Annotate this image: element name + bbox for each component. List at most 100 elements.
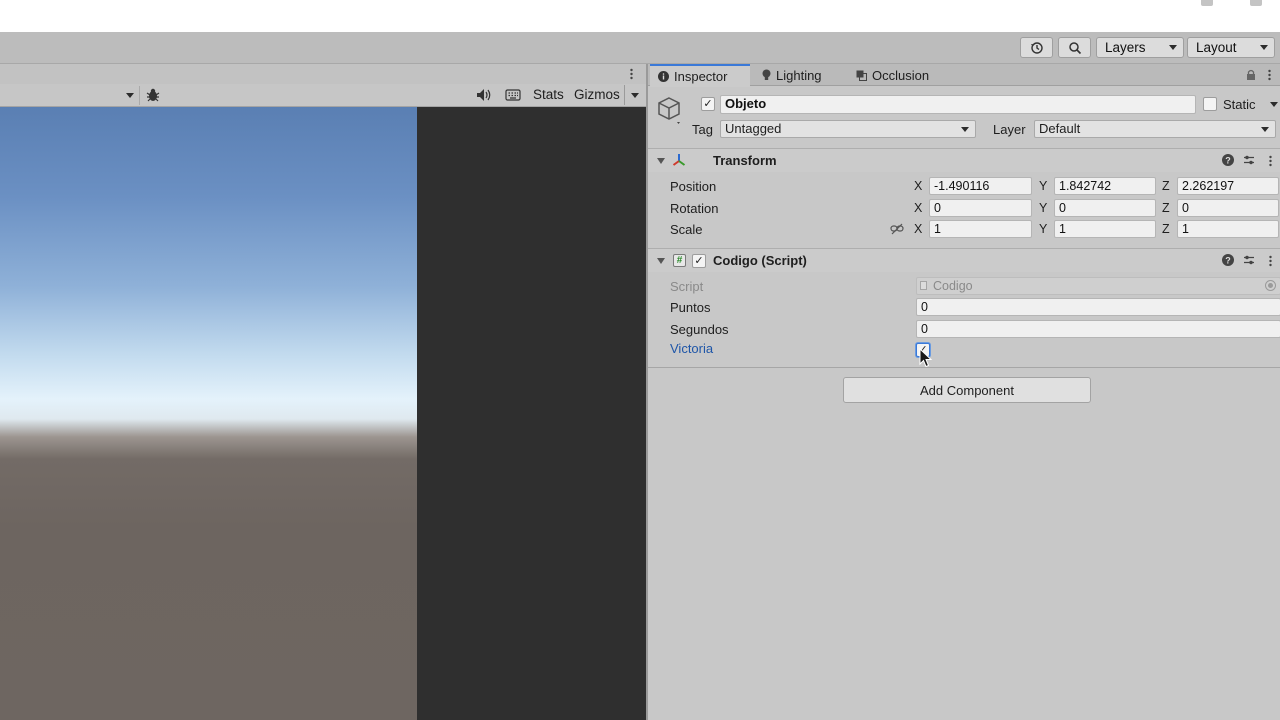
tab-inspector[interactable]: Inspector: [650, 64, 750, 87]
axis-z-label: Z: [1162, 222, 1170, 236]
help-icon[interactable]: ?: [1222, 154, 1234, 166]
divider: [624, 85, 625, 105]
bulb-icon: [762, 69, 771, 80]
game-view-toolbar: Stats Gizmos: [0, 84, 646, 107]
script-reference-field: Codigo: [916, 277, 1280, 295]
chevron-down-icon: [961, 126, 969, 132]
axis-y-label: Y: [1039, 201, 1048, 215]
layout-label: Layout: [1196, 40, 1237, 55]
svg-text:?: ?: [1225, 156, 1231, 166]
gameobject-cube-icon: [657, 96, 683, 124]
presets-icon[interactable]: [1243, 154, 1255, 166]
search-button[interactable]: [1058, 37, 1091, 58]
game-tab-bar: [0, 64, 646, 84]
axis-z-label: Z: [1162, 179, 1170, 193]
kebab-menu-icon[interactable]: [630, 68, 633, 80]
transform-title: Transform: [713, 153, 777, 168]
csharp-script-icon: #: [673, 254, 686, 267]
script-component-title: Codigo (Script): [713, 253, 807, 268]
axis-z-label: Z: [1162, 201, 1170, 215]
history-icon: [1030, 41, 1043, 54]
static-dropdown-icon[interactable]: [1270, 102, 1278, 107]
game-view[interactable]: [0, 107, 646, 720]
info-icon: [658, 71, 669, 82]
undo-history-button[interactable]: [1020, 37, 1053, 58]
scale-label: Scale: [670, 222, 703, 237]
axis-x-label: X: [914, 179, 923, 193]
display-dropdown[interactable]: [0, 86, 140, 105]
script-file-icon: [920, 281, 927, 290]
layer-value: Default: [1039, 121, 1081, 136]
help-icon[interactable]: ?: [1222, 254, 1234, 266]
position-z-field[interactable]: 2.262197: [1177, 177, 1279, 195]
audio-mute-icon[interactable]: [476, 88, 492, 102]
axis-x-label: X: [914, 222, 923, 236]
checkmark-icon: ✓: [703, 97, 713, 110]
game-render-sky: [0, 107, 417, 720]
axis-y-label: Y: [1039, 179, 1048, 193]
chevron-down-icon: [126, 93, 134, 98]
layout-dropdown[interactable]: Layout: [1187, 37, 1275, 58]
component-divider: [648, 367, 1280, 368]
main-toolbar: Layers Layout: [0, 32, 1280, 64]
puntos-label: Puntos: [670, 300, 711, 315]
chevron-down-icon: [1169, 45, 1177, 50]
layer-dropdown[interactable]: Default: [1034, 120, 1276, 138]
keyboard-icon[interactable]: [505, 88, 521, 102]
add-component-button[interactable]: Add Component: [843, 377, 1091, 403]
transform-header[interactable]: Transform ?: [648, 148, 1280, 172]
scale-z-field[interactable]: 1: [1177, 220, 1279, 238]
window-title-strip: [0, 0, 1280, 32]
tab-label: Inspector: [674, 69, 728, 84]
position-y-field[interactable]: 1.842742: [1054, 177, 1156, 195]
tab-lighting[interactable]: Lighting: [754, 64, 830, 86]
gizmos-button[interactable]: Gizmos: [574, 87, 620, 102]
puntos-field[interactable]: 0: [916, 298, 1280, 316]
lock-icon[interactable]: [1246, 69, 1256, 80]
minimize-icon[interactable]: [1201, 0, 1213, 6]
tag-label: Tag: [692, 122, 713, 137]
scale-y-field[interactable]: 1: [1054, 220, 1156, 238]
static-checkbox[interactable]: [1203, 97, 1217, 111]
rotation-x-field[interactable]: 0: [929, 199, 1032, 217]
bug-icon[interactable]: [145, 87, 161, 103]
presets-icon[interactable]: [1243, 254, 1255, 266]
axis-x-label: X: [914, 201, 923, 215]
rotation-z-field[interactable]: 0: [1177, 199, 1279, 217]
tab-occlusion[interactable]: Occlusion: [848, 64, 937, 86]
script-label: Script: [670, 279, 704, 294]
position-x-field[interactable]: -1.490116: [929, 177, 1032, 195]
position-label: Position: [670, 179, 717, 194]
constrain-proportions-icon[interactable]: [890, 223, 904, 235]
victoria-label: Victoria: [670, 341, 714, 356]
active-checkbox[interactable]: ✓: [701, 97, 715, 111]
foldout-arrow-icon[interactable]: [657, 258, 665, 264]
stats-button[interactable]: Stats: [533, 87, 564, 102]
kebab-menu-icon[interactable]: [1269, 255, 1272, 267]
kebab-menu-icon[interactable]: [1269, 155, 1272, 167]
object-name-input[interactable]: Objeto: [720, 95, 1196, 114]
transform-icon: [672, 153, 686, 167]
layers-label: Layers: [1105, 40, 1146, 55]
segundos-field[interactable]: 0: [916, 320, 1280, 338]
tag-dropdown[interactable]: Untagged: [720, 120, 976, 138]
inspector-panel: Inspector Lighting Occlusion ✓ Objeto St…: [646, 64, 1280, 720]
static-label: Static: [1223, 97, 1256, 112]
script-value: Codigo: [933, 279, 973, 293]
mouse-cursor-icon: [919, 348, 933, 368]
rotation-y-field[interactable]: 0: [1054, 199, 1156, 217]
search-icon: [1068, 41, 1081, 54]
tab-label: Lighting: [776, 67, 822, 83]
tag-value: Untagged: [725, 121, 782, 136]
scale-x-field[interactable]: 1: [929, 220, 1032, 238]
gizmos-dropdown-icon[interactable]: [631, 93, 639, 98]
foldout-arrow-icon[interactable]: [657, 158, 665, 164]
close-icon[interactable]: [1250, 0, 1262, 6]
layers-dropdown[interactable]: Layers: [1096, 37, 1184, 58]
object-picker-icon[interactable]: [1265, 280, 1276, 291]
script-component-header[interactable]: # ✓ Codigo (Script) ?: [648, 248, 1280, 272]
inspector-tab-bar: Inspector Lighting Occlusion: [648, 64, 1280, 87]
kebab-menu-icon[interactable]: [1268, 69, 1271, 81]
component-enabled-checkbox[interactable]: ✓: [692, 254, 706, 268]
chevron-down-icon: [1261, 126, 1269, 132]
